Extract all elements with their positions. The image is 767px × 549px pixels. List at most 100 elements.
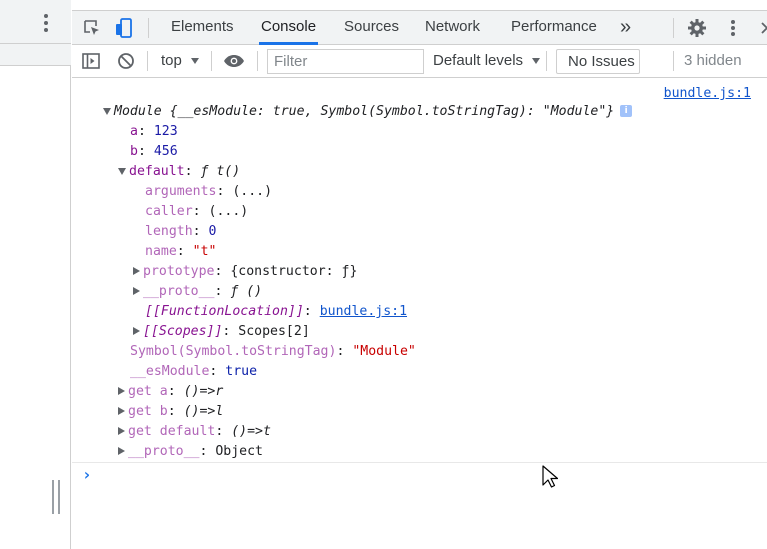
tabbar-separator	[673, 18, 674, 38]
property-row-expandable[interactable]: __proto__: ƒ ()	[133, 282, 262, 302]
module-preview: {__esModule: true, Symbol(Symbol.toStrin…	[169, 104, 615, 119]
expand-triangle-icon[interactable]	[118, 407, 125, 415]
customize-kebab-icon[interactable]	[722, 17, 744, 39]
tab-network[interactable]: Network	[425, 11, 480, 45]
tab-performance[interactable]: Performance	[511, 11, 597, 45]
clear-console-icon[interactable]	[115, 50, 137, 72]
devtools-top-spacer	[72, 0, 767, 10]
expand-triangle-icon[interactable]	[133, 267, 140, 275]
console-output: bundle.js:1 Module {__esModule: true, Sy…	[72, 79, 767, 549]
property-row-expandable[interactable]: get b: ()=>l	[118, 402, 223, 422]
expand-triangle-icon[interactable]	[133, 287, 140, 295]
property-row-expandable[interactable]: __proto__: Object	[118, 442, 263, 462]
tab-elements[interactable]: Elements	[171, 11, 234, 45]
more-tabs-icon[interactable]: »	[620, 11, 631, 45]
toolbar-separator	[211, 51, 212, 71]
page-subbar	[0, 44, 71, 66]
prompt-chevron-icon: ›	[82, 465, 92, 484]
inspect-element-icon[interactable]	[81, 17, 103, 39]
issues-button[interactable]: No Issues	[556, 49, 640, 74]
close-devtools-icon[interactable]	[756, 17, 767, 39]
property-key: caller	[145, 204, 193, 219]
property-value: ()=>l	[183, 404, 224, 419]
page-viewport	[0, 0, 71, 549]
device-toolbar-icon[interactable]	[113, 17, 135, 39]
eye-icon[interactable]	[223, 50, 245, 72]
function-location-link[interactable]: bundle.js:1	[320, 304, 407, 319]
console-input[interactable]: ›	[72, 462, 767, 487]
property-value: true	[225, 364, 258, 379]
toolbar-separator	[147, 51, 148, 71]
log-levels-label: Default levels	[433, 52, 524, 69]
property-key: get default	[128, 424, 216, 439]
property-value: ()=>t	[231, 424, 271, 439]
tab-console[interactable]: Console	[259, 11, 319, 45]
property-key: [[Scopes]]	[143, 324, 223, 339]
dropdown-arrow-icon	[191, 58, 200, 65]
devtools-panel: Elements Console Sources Network Perform…	[72, 0, 767, 549]
property-value: 123	[153, 124, 178, 139]
property-key: b	[130, 144, 138, 159]
property-key: [[FunctionLocation]]	[145, 304, 304, 319]
property-value: ()=>r	[183, 384, 224, 399]
context-selector-label: top	[161, 52, 182, 69]
property-row-expandable[interactable]: get a: ()=>r	[118, 382, 223, 402]
info-icon[interactable]: i	[620, 105, 633, 117]
context-selector[interactable]: top	[161, 52, 200, 69]
property-value[interactable]: (...)	[232, 184, 272, 199]
settings-gear-icon[interactable]	[686, 17, 708, 39]
collapse-triangle-icon[interactable]	[103, 107, 111, 115]
property-value: ƒ ()	[230, 284, 263, 299]
property-key: name	[145, 244, 177, 259]
collapse-triangle-icon[interactable]	[118, 167, 126, 175]
expand-triangle-icon[interactable]	[133, 327, 140, 335]
property-row-expandable[interactable]: get default: ()=>t	[118, 422, 271, 442]
property-row-expandable[interactable]: default: ƒ t()	[118, 162, 240, 182]
property-value: {constructor: ƒ}	[230, 264, 358, 279]
property-key: Symbol(Symbol.toStringTag)	[130, 344, 337, 359]
property-value[interactable]: (...)	[209, 204, 249, 219]
toolbar-separator	[673, 51, 674, 71]
property-row: __esModule: true	[130, 364, 258, 379]
property-value: ƒ t()	[200, 164, 241, 179]
property-key: arguments	[145, 184, 217, 199]
property-value: 0	[208, 224, 217, 239]
property-row-expandable[interactable]: prototype: {constructor: ƒ}	[133, 262, 357, 282]
module-object-line[interactable]: Module {__esModule: true, Symbol(Symbol.…	[103, 102, 633, 122]
expand-triangle-icon[interactable]	[118, 387, 125, 395]
property-row: a: 123	[130, 124, 178, 139]
tabbar-separator	[148, 18, 149, 38]
expand-triangle-icon[interactable]	[118, 427, 125, 435]
property-row: b: 456	[130, 144, 178, 159]
property-key: get b	[128, 404, 168, 419]
page-toolbar	[0, 0, 71, 44]
property-key: __esModule	[130, 364, 210, 379]
property-key: default	[129, 164, 185, 179]
property-key: length	[145, 224, 193, 239]
property-row: arguments: (...)	[145, 184, 273, 199]
source-link[interactable]: bundle.js:1	[664, 86, 751, 101]
show-sidebar-icon[interactable]	[80, 50, 102, 72]
filter-input[interactable]: Filter	[267, 49, 424, 74]
kebab-menu-icon[interactable]	[38, 14, 54, 32]
property-value: "t"	[192, 244, 217, 259]
mouse-cursor-icon	[542, 465, 559, 493]
toolbar-separator	[546, 51, 547, 71]
property-key: a	[130, 124, 138, 139]
property-value: "Module"	[352, 344, 416, 359]
property-key: __proto__	[143, 284, 215, 299]
dropdown-arrow-icon	[532, 58, 541, 65]
hidden-messages-count: 3 hidden	[684, 52, 742, 69]
property-row: name: "t"	[145, 244, 217, 259]
tab-sources[interactable]: Sources	[344, 11, 399, 45]
resize-handle[interactable]	[52, 480, 60, 514]
property-key: __proto__	[128, 444, 200, 459]
property-key: get a	[128, 384, 168, 399]
devtools-tabbar: Elements Console Sources Network Perform…	[72, 10, 767, 45]
property-key: prototype	[143, 264, 215, 279]
property-row: length: 0	[145, 224, 217, 239]
property-row-expandable[interactable]: [[Scopes]]: Scopes[2]	[133, 322, 310, 342]
property-row: Symbol(Symbol.toStringTag): "Module"	[130, 344, 416, 359]
expand-triangle-icon[interactable]	[118, 447, 125, 455]
log-levels-dropdown[interactable]: Default levels	[433, 52, 541, 69]
